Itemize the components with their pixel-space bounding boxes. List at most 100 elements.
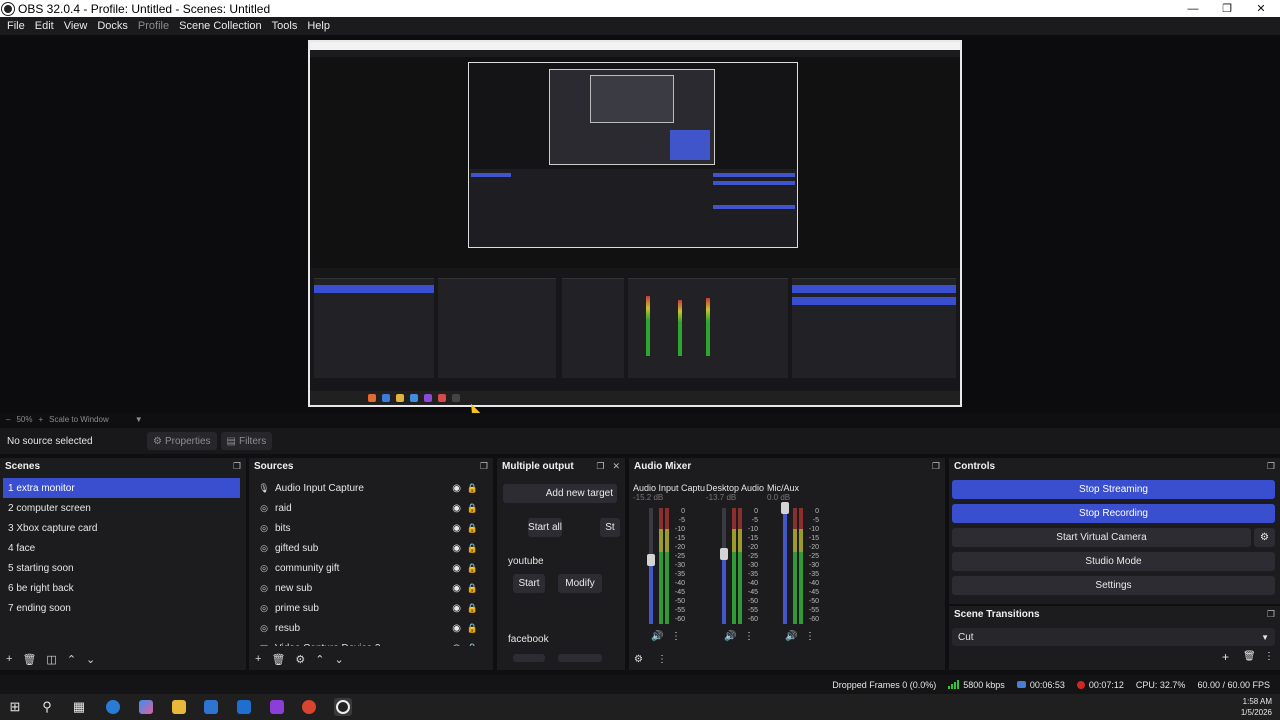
scale-dropdown-icon[interactable]: ▼	[135, 415, 143, 424]
visibility-eye-icon[interactable]: ◉	[452, 543, 461, 554]
source-item[interactable]: 🎙 Audio Input Capture ◉ 🔒	[252, 478, 487, 498]
menu-scene-collection[interactable]: Scene Collection	[174, 20, 267, 32]
copilot-icon[interactable]	[137, 698, 155, 716]
maximize-button[interactable]: ❐	[1210, 0, 1244, 17]
remove-transition-icon[interactable]: 🗑	[1243, 651, 1256, 662]
zoom-minus-icon[interactable]: –	[6, 415, 10, 424]
volume-fader-knob[interactable]	[720, 548, 728, 560]
visibility-eye-icon[interactable]: ◉	[452, 603, 461, 614]
zoom-plus-icon[interactable]: +	[38, 415, 43, 424]
transition-menu-icon[interactable]: ⋮	[1264, 651, 1274, 662]
search-icon[interactable]: ⚲	[38, 698, 56, 716]
visibility-eye-icon[interactable]: ◉	[452, 643, 461, 647]
visibility-eye-icon[interactable]: ◉	[452, 623, 461, 634]
settings-button[interactable]: Settings	[952, 576, 1275, 595]
scene-item[interactable]: 5 starting soon	[3, 558, 240, 578]
zoom-level[interactable]: 50%	[16, 415, 32, 424]
source-item[interactable]: ◎ gifted sub ◉ 🔒	[252, 538, 487, 558]
properties-button[interactable]: ⚙ Properties	[147, 432, 217, 450]
dock-undock-icon[interactable]: ❐	[480, 461, 488, 472]
speaker-icon[interactable]: 🔊	[785, 631, 797, 642]
menu-profile[interactable]: Profile	[133, 20, 174, 32]
channel-menu-icon[interactable]: ⋮	[744, 631, 754, 642]
scene-item[interactable]: 3 Xbox capture card	[3, 518, 240, 538]
lock-icon[interactable]: 🔒	[467, 523, 478, 534]
menu-tools[interactable]: Tools	[267, 20, 303, 32]
move-up-icon[interactable]: ⌃	[67, 653, 76, 666]
advanced-audio-icon[interactable]: ⚙	[634, 654, 643, 665]
remove-scene-icon[interactable]: 🗑	[22, 653, 36, 666]
source-item[interactable]: ▣ Video Capture Device 2 ◉ 🔒	[252, 638, 487, 647]
lock-icon[interactable]: 🔒	[467, 563, 478, 574]
dock-undock-icon[interactable]: ❐	[932, 461, 940, 472]
move-up-icon[interactable]: ⌃	[315, 653, 324, 666]
stop-streaming-button[interactable]: Stop Streaming	[952, 480, 1275, 499]
source-item[interactable]: ◎ new sub ◉ 🔒	[252, 578, 487, 598]
visibility-eye-icon[interactable]: ◉	[452, 523, 461, 534]
add-scene-icon[interactable]: +	[6, 653, 12, 665]
visibility-eye-icon[interactable]: ◉	[452, 563, 461, 574]
add-transition-icon[interactable]: +	[1222, 650, 1229, 664]
stop-recording-button[interactable]: Stop Recording	[952, 504, 1275, 523]
lock-icon[interactable]: 🔒	[467, 503, 478, 514]
mixer-menu-icon[interactable]: ⋮	[657, 654, 667, 665]
chrome-icon[interactable]	[300, 698, 318, 716]
lock-icon[interactable]: 🔒	[467, 583, 478, 594]
visibility-eye-icon[interactable]: ◉	[452, 483, 461, 494]
lock-icon[interactable]: 🔒	[467, 483, 478, 494]
source-item[interactable]: ◎ community gift ◉ 🔒	[252, 558, 487, 578]
media-app-icon[interactable]	[268, 698, 286, 716]
filters-button[interactable]: ▤ Filters	[220, 432, 273, 450]
transition-select[interactable]: Cut ▼	[952, 628, 1275, 646]
source-item[interactable]: ◎ resub ◉ 🔒	[252, 618, 487, 638]
channel-menu-icon[interactable]: ⋮	[671, 631, 681, 642]
facebook-modify-button[interactable]	[558, 654, 602, 662]
menu-view[interactable]: View	[59, 20, 93, 32]
menu-file[interactable]: File	[2, 20, 30, 32]
start-all-button[interactable]: Start all	[528, 518, 562, 537]
mail-icon[interactable]	[235, 698, 253, 716]
close-button[interactable]: ✕	[1244, 0, 1278, 17]
dock-undock-icon[interactable]: ❐	[1267, 609, 1275, 620]
scene-filters-icon[interactable]: ◫	[46, 653, 56, 666]
dock-close-icon[interactable]: ✕	[612, 461, 620, 472]
speaker-icon[interactable]: 🔊	[724, 631, 736, 642]
system-clock[interactable]: 1:58 AM 1/5/2026	[1241, 696, 1272, 718]
studio-mode-button[interactable]: Studio Mode	[952, 552, 1275, 571]
start-virtual-camera-button[interactable]: Start Virtual Camera	[952, 528, 1251, 547]
move-down-icon[interactable]: ⌄	[86, 653, 95, 666]
add-source-icon[interactable]: +	[255, 653, 261, 665]
store-icon[interactable]	[202, 698, 220, 716]
lock-icon[interactable]: 🔒	[467, 623, 478, 634]
youtube-start-button[interactable]: Start	[513, 574, 545, 593]
lock-icon[interactable]: 🔒	[467, 643, 478, 647]
obs-taskbar-icon[interactable]	[334, 698, 352, 716]
file-explorer-icon[interactable]	[170, 698, 188, 716]
youtube-modify-button[interactable]: Modify	[558, 574, 602, 593]
virtual-camera-settings-button[interactable]: ⚙	[1254, 528, 1275, 547]
scene-item[interactable]: 1 extra monitor	[3, 478, 240, 498]
menu-docks[interactable]: Docks	[92, 20, 133, 32]
source-item[interactable]: ◎ bits ◉ 🔒	[252, 518, 487, 538]
scale-mode[interactable]: Scale to Window	[49, 415, 109, 424]
source-item[interactable]: ◎ prime sub ◉ 🔒	[252, 598, 487, 618]
menu-edit[interactable]: Edit	[30, 20, 59, 32]
scene-item[interactable]: 4 face	[3, 538, 240, 558]
menu-help[interactable]: Help	[302, 20, 335, 32]
remove-source-icon[interactable]: 🗑	[271, 653, 285, 666]
speaker-icon[interactable]: 🔊	[651, 631, 663, 642]
lock-icon[interactable]: 🔒	[467, 603, 478, 614]
stop-all-button[interactable]: St	[600, 518, 620, 537]
preview-canvas[interactable]	[0, 35, 1280, 419]
minimize-button[interactable]: —	[1176, 0, 1210, 17]
dock-undock-icon[interactable]: ❐	[233, 461, 241, 472]
source-item[interactable]: ◎ raid ◉ 🔒	[252, 498, 487, 518]
browser-icon[interactable]	[104, 698, 122, 716]
source-properties-icon[interactable]: ⚙	[295, 653, 305, 666]
volume-fader-knob[interactable]	[781, 502, 789, 514]
move-down-icon[interactable]: ⌄	[335, 653, 344, 666]
dock-undock-icon[interactable]: ❐	[596, 461, 604, 472]
task-view-icon[interactable]: ▦	[70, 698, 88, 716]
facebook-start-button[interactable]	[513, 654, 545, 662]
visibility-eye-icon[interactable]: ◉	[452, 503, 461, 514]
